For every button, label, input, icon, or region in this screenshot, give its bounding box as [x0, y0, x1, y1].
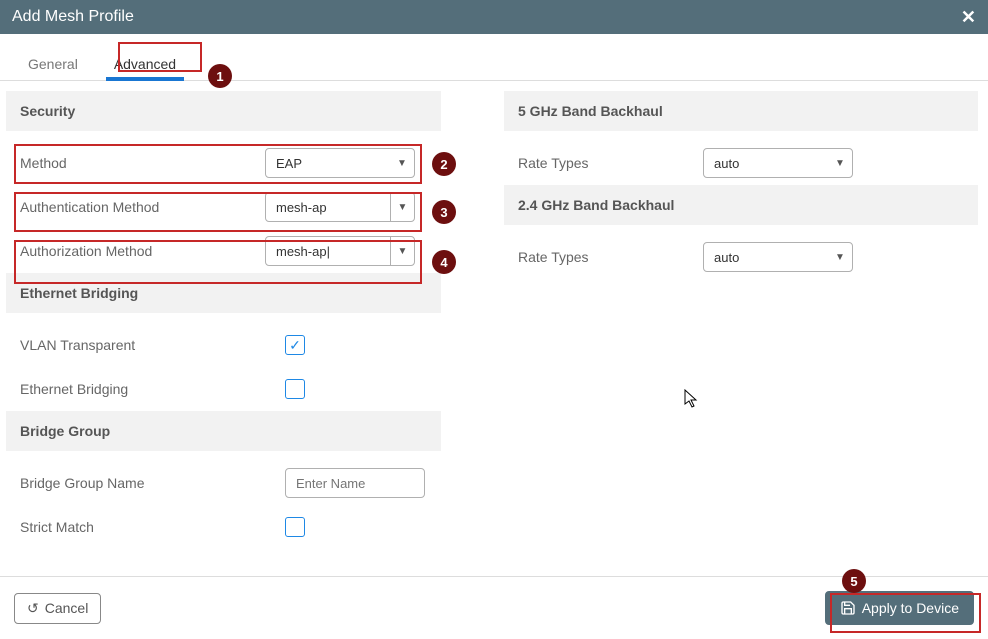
authz-method-select[interactable]: mesh-ap| ▼ [265, 236, 415, 266]
tabs: General Advanced [0, 48, 988, 81]
backhaul5-rate-value: auto [704, 156, 828, 171]
strict-row: Strict Match [6, 505, 494, 549]
bridge-group-heading: Bridge Group [6, 411, 441, 451]
auth-method-label: Authentication Method [20, 199, 265, 215]
auth-method-select[interactable]: mesh-ap ▼ [265, 192, 415, 222]
right-column: 5 GHz Band Backhaul Rate Types auto ▼ 2.… [494, 91, 988, 571]
apply-label: Apply to Device [862, 600, 959, 616]
eth-bridge-label: Ethernet Bridging [20, 381, 285, 397]
save-icon [840, 600, 856, 616]
backhaul24-rate-row: Rate Types auto ▼ [504, 235, 978, 279]
cancel-label: Cancel [45, 600, 89, 616]
authz-method-row: Authorization Method mesh-ap| ▼ [6, 229, 494, 273]
tab-advanced[interactable]: Advanced [96, 48, 194, 80]
method-row: Method EAP ▼ [6, 141, 494, 185]
method-value: EAP [266, 156, 390, 171]
content: Security Method EAP ▼ Authentication Met… [0, 81, 988, 571]
vlan-checkbox[interactable]: ✓ [285, 335, 305, 355]
method-label: Method [20, 155, 265, 171]
chevron-down-icon: ▼ [390, 237, 414, 265]
chevron-down-icon: ▼ [828, 158, 852, 169]
backhaul24-rate-select[interactable]: auto ▼ [703, 242, 853, 272]
eth-bridge-row: Ethernet Bridging [6, 367, 494, 411]
auth-method-row: Authentication Method mesh-ap ▼ [6, 185, 494, 229]
strict-label: Strict Match [20, 519, 285, 535]
cancel-button[interactable]: ↺ Cancel [14, 593, 101, 624]
backhaul24-rate-value: auto [704, 250, 828, 265]
bridge-name-label: Bridge Group Name [20, 475, 285, 491]
dialog-title: Add Mesh Profile [12, 8, 134, 26]
left-column: Security Method EAP ▼ Authentication Met… [0, 91, 494, 571]
apply-button[interactable]: Apply to Device [825, 591, 974, 625]
method-select[interactable]: EAP ▼ [265, 148, 415, 178]
chevron-down-icon: ▼ [828, 252, 852, 263]
chevron-down-icon: ▼ [390, 158, 414, 169]
vlan-label: VLAN Transparent [20, 337, 285, 353]
undo-icon: ↺ [27, 600, 39, 617]
authz-method-label: Authorization Method [20, 243, 265, 259]
tab-advanced-label: Advanced [114, 56, 176, 72]
ethernet-heading: Ethernet Bridging [6, 273, 441, 313]
security-heading: Security [6, 91, 441, 131]
backhaul5-rate-select[interactable]: auto ▼ [703, 148, 853, 178]
authz-method-value: mesh-ap| [266, 244, 390, 259]
chevron-down-icon: ▼ [390, 193, 414, 221]
close-icon[interactable]: ✕ [961, 7, 976, 28]
strict-checkbox[interactable] [285, 517, 305, 537]
eth-bridge-checkbox[interactable] [285, 379, 305, 399]
backhaul5-heading: 5 GHz Band Backhaul [504, 91, 978, 131]
titlebar: Add Mesh Profile ✕ [0, 0, 988, 34]
vlan-row: VLAN Transparent ✓ [6, 323, 494, 367]
auth-method-value: mesh-ap [266, 200, 390, 215]
tab-general[interactable]: General [10, 48, 96, 80]
backhaul5-rate-row: Rate Types auto ▼ [504, 141, 978, 185]
backhaul24-heading: 2.4 GHz Band Backhaul [504, 185, 978, 225]
backhaul5-rate-label: Rate Types [518, 155, 703, 171]
backhaul24-rate-label: Rate Types [518, 249, 703, 265]
footer: ↺ Cancel Apply to Device [0, 576, 988, 639]
tab-general-label: General [28, 56, 78, 72]
bridge-name-input[interactable] [285, 468, 425, 498]
bridge-name-row: Bridge Group Name [6, 461, 494, 505]
